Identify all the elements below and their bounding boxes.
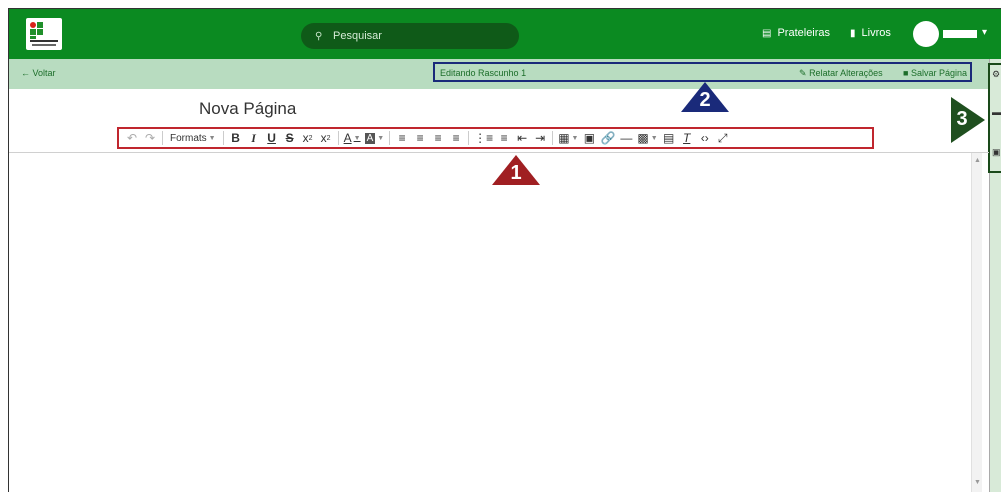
image-icon[interactable]: ▣ xyxy=(580,129,598,147)
callout-highlight-2 xyxy=(433,62,972,82)
superscript-icon[interactable]: x2 xyxy=(299,129,317,147)
subscript-icon[interactable]: x2 xyxy=(317,129,335,147)
table-icon[interactable]: ▦ ▼ xyxy=(556,129,580,147)
text-color-icon[interactable]: A ▼ xyxy=(342,129,363,147)
back-link[interactable]: ← Voltar xyxy=(21,68,56,78)
bullet-list-icon[interactable]: ⋮≡ xyxy=(472,129,495,147)
callout-marker-1: 1 xyxy=(492,155,540,185)
page-title-input[interactable]: Nova Página xyxy=(199,99,296,119)
nav-shelves[interactable]: ▤ Prateleiras xyxy=(762,27,830,39)
horizontal-rule-icon[interactable]: — xyxy=(617,129,635,147)
numbered-list-icon[interactable]: ≡ xyxy=(495,129,513,147)
background-color-icon[interactable]: A ▼ xyxy=(363,129,387,147)
minus-icon[interactable]: ▬ xyxy=(992,107,1001,117)
back-label: Voltar xyxy=(32,68,56,78)
callout-number-3: 3 xyxy=(956,108,968,130)
source-code-icon[interactable]: ‹› xyxy=(696,129,714,147)
formats-label: Formats xyxy=(170,132,207,144)
formats-dropdown[interactable]: Formats ▼ xyxy=(166,129,220,147)
top-header: ⚲ Pesquisar ▤ Prateleiras ▮ Livros ▾ xyxy=(9,9,1001,59)
shelves-icon: ▤ xyxy=(762,27,772,39)
nav-books[interactable]: ▮ Livros xyxy=(850,27,891,39)
callout-number-2: 2 xyxy=(699,89,711,111)
fullscreen-icon[interactable]: ⤢ xyxy=(714,129,732,147)
institution-logo[interactable] xyxy=(26,18,62,50)
underline-icon[interactable]: U xyxy=(263,129,281,147)
media-icon[interactable]: ▩ ▼ xyxy=(635,129,659,147)
undo-icon[interactable]: ↶ xyxy=(123,129,141,147)
link-icon[interactable]: 🔗 xyxy=(598,129,617,147)
avatar[interactable] xyxy=(913,21,939,47)
redo-icon[interactable]: ↷ xyxy=(141,129,159,147)
align-right-icon[interactable]: ≡ xyxy=(429,129,447,147)
search-bar[interactable]: ⚲ Pesquisar xyxy=(301,23,519,49)
bold-icon[interactable]: B xyxy=(227,129,245,147)
scroll-up-icon[interactable]: ▲ xyxy=(974,157,981,164)
app-window: ⚲ Pesquisar ▤ Prateleiras ▮ Livros ▾ ← V… xyxy=(8,8,1001,492)
chevron-down-icon: ▼ xyxy=(208,134,216,142)
align-justify-icon[interactable]: ≡ xyxy=(447,129,465,147)
align-center-icon[interactable]: ≡ xyxy=(411,129,429,147)
username-redacted[interactable] xyxy=(943,30,977,38)
nav-shelves-label: Prateleiras xyxy=(777,27,831,39)
outdent-icon[interactable]: ⇤ xyxy=(513,129,531,147)
search-input[interactable]: Pesquisar xyxy=(333,30,382,42)
settings-gear-icon[interactable]: ⚙ xyxy=(992,69,1000,80)
arrow-left-icon: ← xyxy=(21,68,30,78)
search-icon: ⚲ xyxy=(315,30,323,42)
attachments-icon[interactable]: ▣ xyxy=(992,147,1001,158)
user-menu-caret[interactable]: ▾ xyxy=(982,27,987,38)
toolbar-divider xyxy=(9,152,989,153)
editor-scrollbar[interactable]: ▲ ▼ xyxy=(971,153,982,492)
editor-toolbar: ↶ ↷ Formats ▼ B I U S x2 x2 A ▼ A ▼ ≡ ≡ ≡ ≡… xyxy=(117,127,874,149)
code-sample-icon[interactable]: ▤ xyxy=(660,129,678,147)
scroll-down-icon[interactable]: ▼ xyxy=(974,479,981,486)
align-left-icon[interactable]: ≡ xyxy=(393,129,411,147)
italic-icon[interactable]: I xyxy=(245,129,263,147)
callout-marker-2: 2 xyxy=(681,82,729,112)
indent-icon[interactable]: ⇥ xyxy=(531,129,549,147)
strikethrough-icon[interactable]: S xyxy=(281,129,299,147)
nav-books-label: Livros xyxy=(861,27,891,39)
callout-number-1: 1 xyxy=(510,162,522,184)
callout-marker-3: 3 xyxy=(951,97,985,143)
clear-formatting-icon[interactable]: T xyxy=(678,129,696,147)
books-icon: ▮ xyxy=(850,27,856,39)
